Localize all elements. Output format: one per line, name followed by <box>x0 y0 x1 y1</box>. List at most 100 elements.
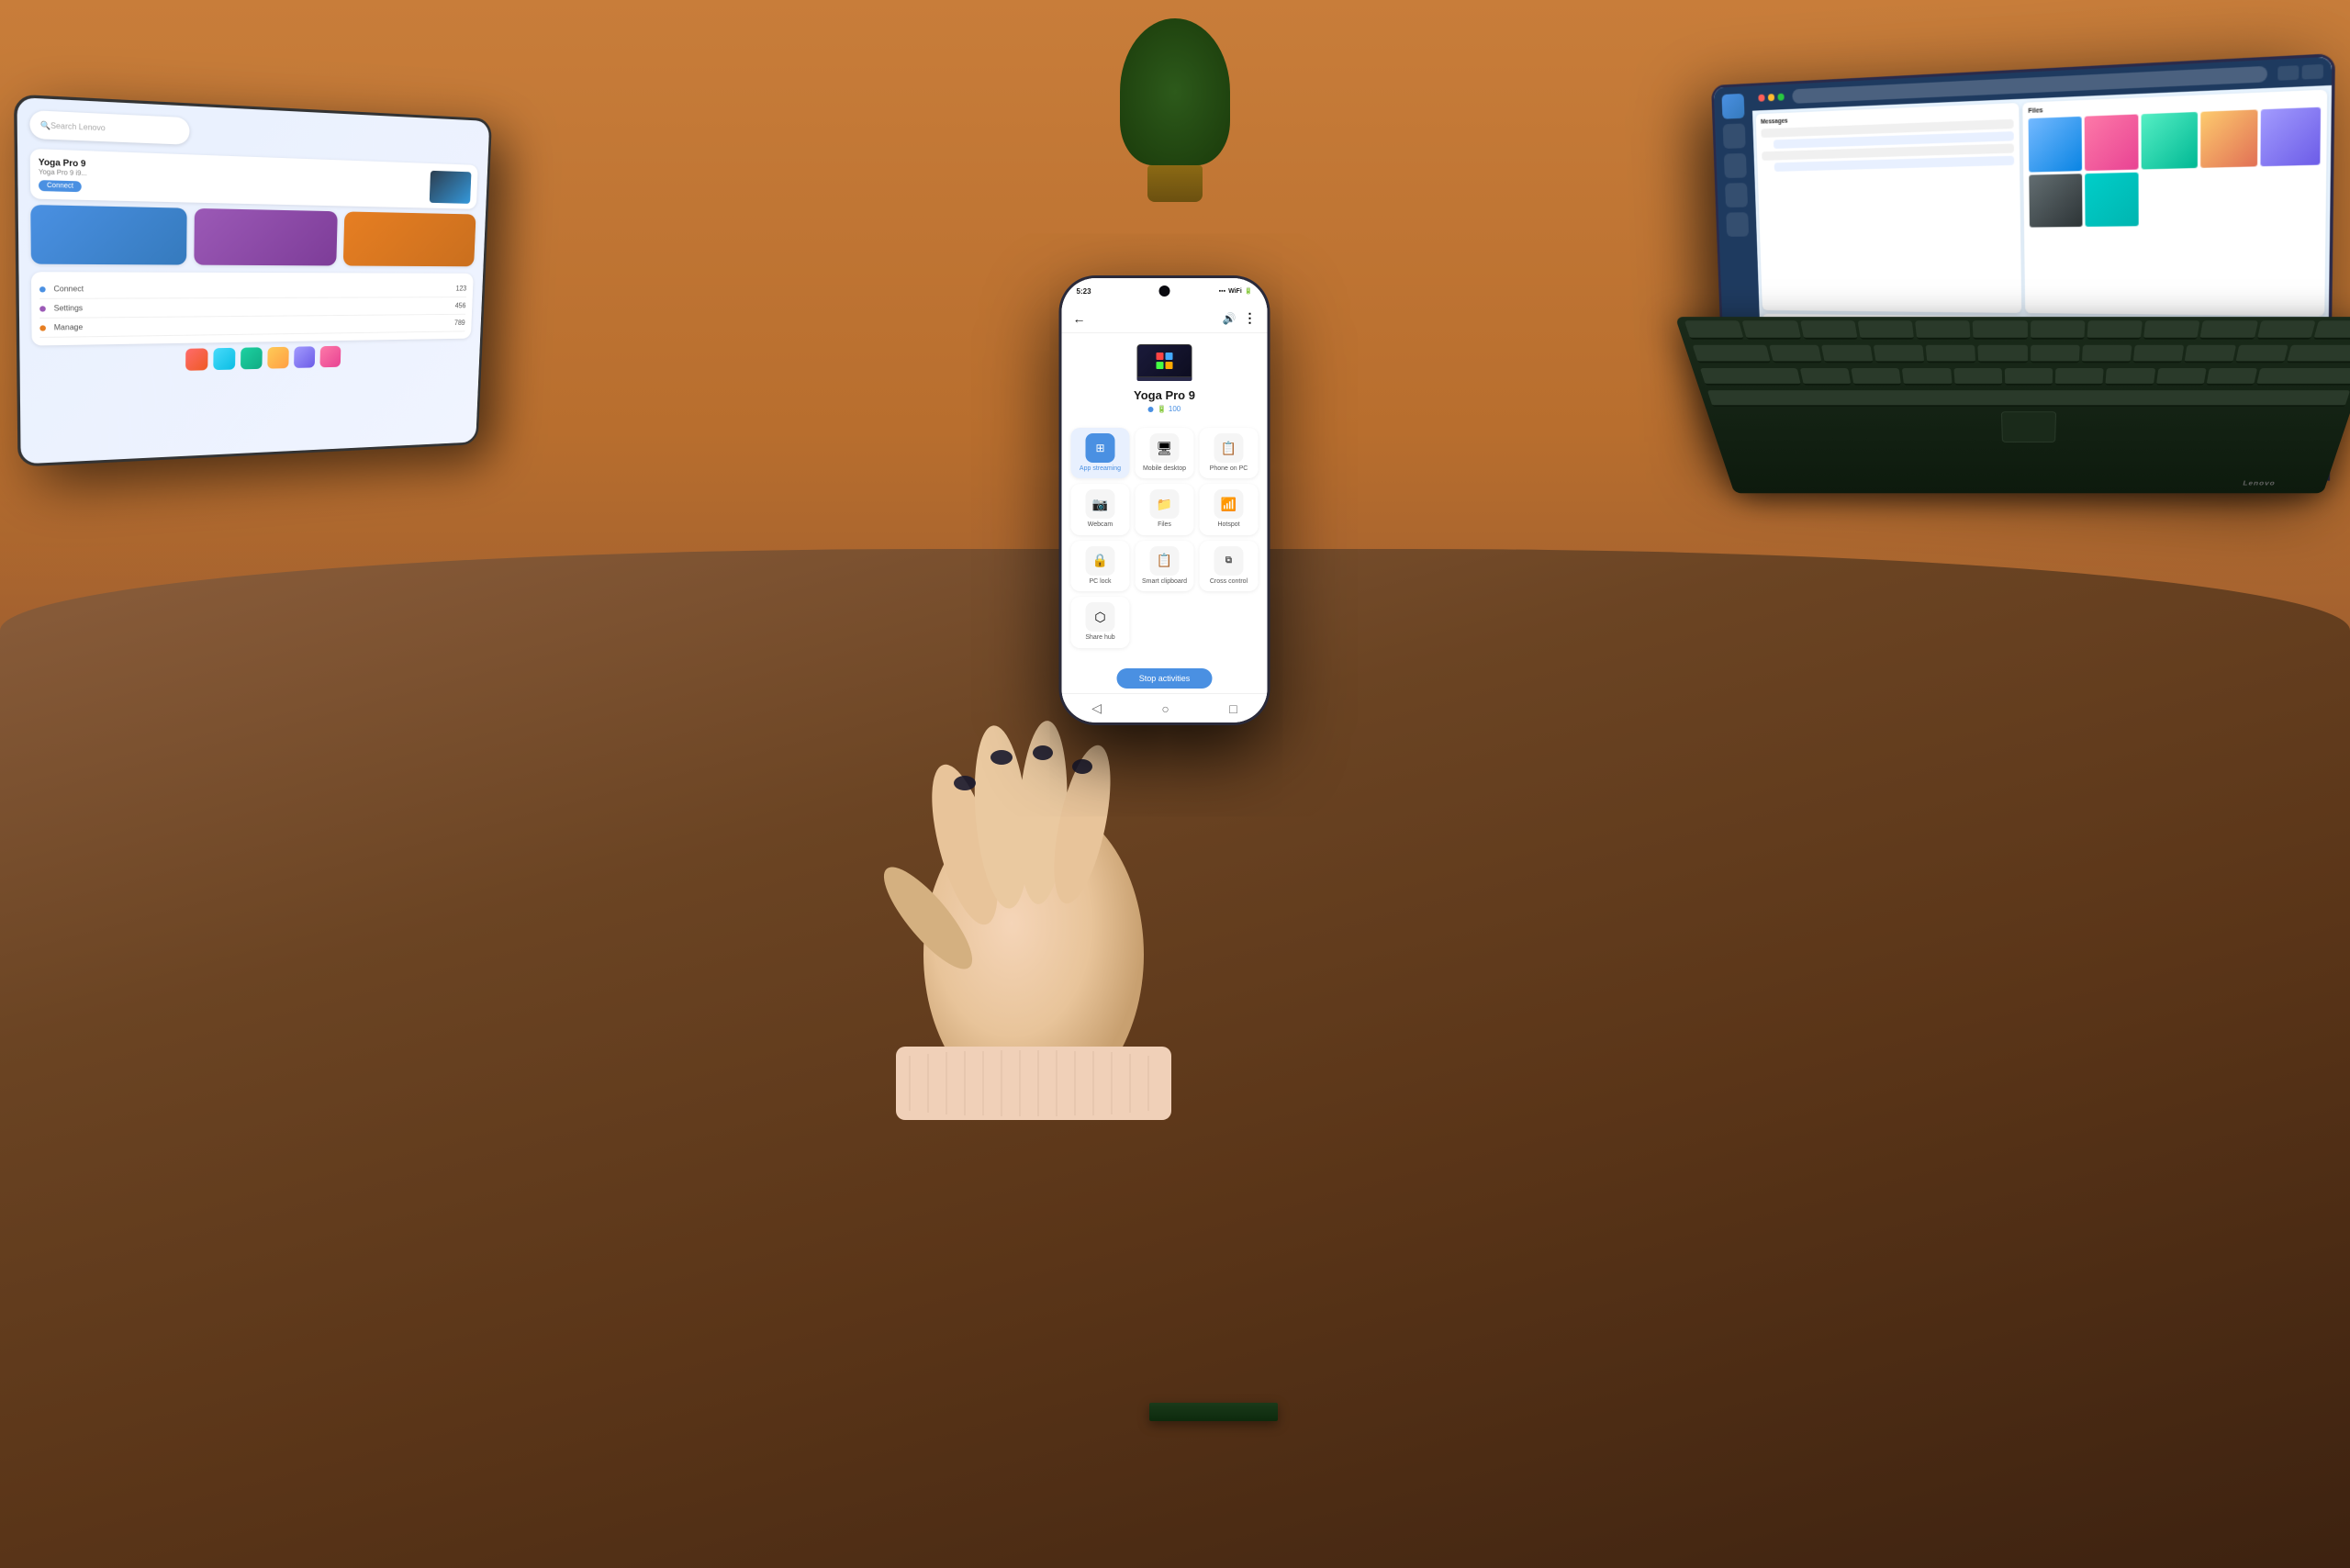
key <box>1684 320 1744 339</box>
key <box>2055 368 2104 386</box>
feature-phone-on-pc[interactable]: 📋 Phone on PC <box>1200 428 1259 478</box>
file-icon[interactable] <box>2085 172 2139 227</box>
win-minimize-btn[interactable] <box>1768 94 1774 101</box>
status-icons: ▪▪▪ WiFi 🔋 <box>1219 287 1253 295</box>
dock-icon-6[interactable] <box>319 346 341 368</box>
toolbar-btn[interactable] <box>2277 65 2299 81</box>
nav-back-icon[interactable]: ◁ <box>1091 700 1102 716</box>
feature-hotspot[interactable]: 📶 Hotspot <box>1200 484 1259 534</box>
key <box>2156 368 2207 386</box>
keyboard-row <box>1691 364 2350 385</box>
tablet-app-2[interactable] <box>194 208 338 266</box>
tablet-search-bar[interactable]: 🔍 Search Lenovo <box>29 110 189 145</box>
laptop-screen-icon <box>1137 344 1192 377</box>
nav-home-icon[interactable]: ○ <box>1161 701 1169 716</box>
stop-activities-button[interactable]: Stop activities <box>1117 668 1213 689</box>
phone-screen: 5:23 ▪▪▪ WiFi 🔋 ← 🔊 ⋮ <box>1062 278 1268 722</box>
key <box>1693 345 1771 364</box>
dock-icon-4[interactable] <box>267 347 289 369</box>
feature-mobile-desktop[interactable]: 🖥 Mobile desktop <box>1136 428 1194 478</box>
plant-leaves <box>1120 18 1230 165</box>
dock-icon-2[interactable] <box>213 348 235 370</box>
dock-icon-3[interactable] <box>241 347 263 369</box>
list-value: 789 <box>454 319 465 327</box>
lenovo-logo: Lenovo <box>2243 480 2277 487</box>
app-streaming-icon-wrapper: ⊞ <box>1086 433 1115 463</box>
tablet-app-grid <box>30 205 476 266</box>
connect-button[interactable]: Connect <box>39 180 82 192</box>
app-streaming-label: App streaming <box>1080 465 1121 473</box>
file-icon[interactable] <box>2029 117 2082 172</box>
key <box>1700 368 1801 386</box>
key <box>2200 320 2258 339</box>
laptop-keyboard: Lenovo <box>1675 317 2350 493</box>
key <box>2106 368 2155 386</box>
list-dot <box>39 286 46 292</box>
files-icon: 📁 <box>1157 497 1172 512</box>
nav-recents-icon[interactable]: □ <box>1229 701 1237 716</box>
key <box>2235 345 2288 364</box>
file-icon[interactable] <box>2029 174 2082 228</box>
file-icon[interactable] <box>2261 107 2321 166</box>
dock-icon-5[interactable] <box>294 346 315 368</box>
feature-smart-clipboard[interactable]: 📋 Smart clipboard <box>1136 541 1194 591</box>
spacebar <box>1707 390 2350 407</box>
taskbar-icon-2[interactable] <box>1723 123 1746 149</box>
cross-control-icon: ⧉ <box>1225 555 1232 566</box>
tablet-list-item[interactable]: Manage 789 <box>39 315 465 338</box>
phone-on-pc-icon: 📋 <box>1221 441 1237 456</box>
feature-app-streaming[interactable]: ⊞ App streaming <box>1071 428 1130 478</box>
back-button[interactable]: ← <box>1073 311 1086 326</box>
phone-header-icons: 🔊 ⋮ <box>1223 310 1257 326</box>
win-tile-1 <box>1157 353 1164 360</box>
key <box>2087 320 2143 339</box>
webcam-icon: 📷 <box>1092 497 1108 512</box>
list-label: Settings <box>54 302 449 313</box>
feature-cross-control[interactable]: ⧉ Cross control <box>1200 541 1259 591</box>
webcam-icon-wrapper: 📷 <box>1086 489 1115 519</box>
grid-empty-2 <box>1200 597 1259 647</box>
tablet-list: Connect 123 Settings 456 Manage 789 <box>31 272 474 345</box>
taskbar-icon-3[interactable] <box>1724 153 1747 178</box>
share-hub-icon-wrapper: ⬡ <box>1086 602 1115 632</box>
taskbar-icon-1[interactable] <box>1721 94 1744 119</box>
feature-share-hub[interactable]: ⬡ Share hub <box>1071 597 1130 647</box>
key <box>1799 368 1851 386</box>
key <box>2143 320 2200 339</box>
cross-control-label: Cross control <box>1210 578 1248 586</box>
file-icon[interactable] <box>2142 112 2198 169</box>
hand-holding-phone <box>873 661 1194 1125</box>
key <box>1742 320 1801 339</box>
dock-icon-1[interactable] <box>185 348 207 370</box>
tablet-screen: 🔍 Search Lenovo Yoga Pro 9 Yoga Pro 9 i9… <box>17 97 489 464</box>
more-menu-icon[interactable]: ⋮ <box>1244 310 1257 326</box>
trackpad[interactable] <box>2001 411 2056 442</box>
laptop-icon <box>1137 344 1192 383</box>
tablet-list-item[interactable]: Connect 123 <box>39 280 467 299</box>
feature-webcam[interactable]: 📷 Webcam <box>1071 484 1130 534</box>
win-maximize-btn[interactable] <box>1777 94 1784 101</box>
toolbar-btn[interactable] <box>2302 64 2323 80</box>
phone-time: 5:23 <box>1077 287 1091 296</box>
battery-icon: 🔋 <box>1245 287 1253 295</box>
feature-files[interactable]: 📁 Files <box>1136 484 1194 534</box>
feature-pc-lock[interactable]: 🔒 PC lock <box>1071 541 1130 591</box>
key <box>1769 345 1822 364</box>
device-name: Yoga Pro 9 <box>1134 388 1195 402</box>
pc-lock-icon: 🔒 <box>1092 553 1108 568</box>
file-icon[interactable] <box>2200 109 2258 167</box>
taskbar-icon-5[interactable] <box>1726 212 1749 237</box>
win-close-btn[interactable] <box>1758 95 1764 102</box>
files-icon-wrapper: 📁 <box>1150 489 1180 519</box>
wifi-icon: WiFi <box>1228 288 1242 295</box>
tablet-app-3[interactable] <box>343 211 476 266</box>
tablet-app-1[interactable] <box>30 205 186 265</box>
key <box>1799 320 1857 339</box>
files-label: Files <box>1158 521 1171 529</box>
taskbar-icon-4[interactable] <box>1725 183 1748 207</box>
tablet-device-card[interactable]: Yoga Pro 9 Yoga Pro 9 i9... Connect <box>30 149 478 209</box>
app-streaming-icon: ⊞ <box>1095 442 1104 454</box>
volume-icon[interactable]: 🔊 <box>1223 312 1237 325</box>
file-icon[interactable] <box>2084 114 2139 170</box>
key <box>2287 345 2350 364</box>
